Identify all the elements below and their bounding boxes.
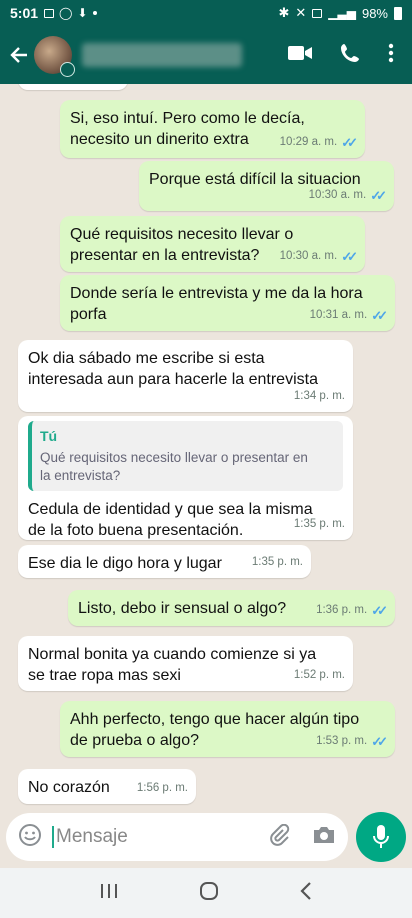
whatsapp-notification-icon: ◯ (59, 6, 73, 20)
read-ticks-icon: ✓✓ (370, 188, 387, 203)
message-list[interactable]: Si, eso intuí. Pero como le decía, neces… (0, 84, 412, 806)
message-bubble-outgoing[interactable]: Si, eso intuí. Pero como le decía, neces… (60, 100, 365, 158)
message-input[interactable]: Mensaje (56, 826, 268, 848)
message-time: 1:52 p. m. (293, 669, 345, 681)
chat-header (0, 26, 412, 84)
message-bubble-incoming-reply[interactable]: Tú Qué requisitos necesito llevar o pres… (18, 416, 353, 540)
message-field[interactable]: Mensaje (6, 813, 349, 861)
message-bubble-incoming[interactable]: Ok dia sábado me escribe si esta interes… (18, 340, 353, 412)
status-bar: 5:01 ◯ ⬇ ✱ ✕ ▁▃▅ 98% (0, 0, 412, 26)
read-ticks-icon: ✓✓ (371, 734, 388, 749)
nfc-icon (312, 8, 323, 18)
read-ticks-icon: ✓✓ (371, 308, 388, 323)
message-time: 10:30 a. m. (308, 189, 367, 201)
read-ticks-icon: ✓✓ (371, 603, 388, 618)
message-bubble-outgoing[interactable]: Listo, debo ir sensual o algo? 1:36 p. m… (68, 590, 395, 626)
message-time: 1:53 p. m. (316, 735, 368, 747)
message-time: 1:35 p. m. (293, 518, 345, 530)
quote-author: Tú (40, 428, 58, 444)
quoted-message[interactable]: Tú Qué requisitos necesito llevar o pres… (28, 421, 343, 491)
back-arrow-icon[interactable] (8, 44, 30, 66)
emoji-icon[interactable] (18, 823, 42, 852)
message-bubble-incoming[interactable]: No corazón 1:56 p. m. (18, 769, 196, 804)
mic-notification-icon: ⬇ (77, 6, 88, 20)
more-notifications-icon (92, 11, 97, 15)
status-time: 5:01 (10, 5, 39, 21)
text-caret (52, 826, 54, 848)
message-time: 1:36 p. m. (316, 604, 368, 616)
message-time: 1:34 p. m. (293, 390, 345, 402)
message-bubble-outgoing[interactable]: Ahh perfecto, tengo que hacer algún tipo… (60, 701, 395, 757)
video-call-icon[interactable] (288, 45, 312, 66)
message-time: 1:35 p. m. (251, 556, 303, 568)
home-icon[interactable] (198, 880, 220, 907)
avatar[interactable] (34, 36, 75, 77)
message-bubble-partial (18, 84, 128, 90)
read-ticks-icon: ✓✓ (341, 249, 358, 264)
message-time: 10:29 a. m. (279, 136, 338, 148)
message-bubble-outgoing[interactable]: Porque está difícil la situacion 10:30 a… (139, 161, 394, 211)
message-time: 10:30 a. m. (279, 250, 338, 262)
phone-icon[interactable] (340, 43, 360, 68)
bluetooth-icon: ✱ (278, 5, 290, 20)
system-nav-bar (0, 868, 412, 918)
gallery-notification-icon (44, 8, 55, 18)
mute-icon: ✕ (295, 5, 307, 20)
message-bubble-incoming[interactable]: Ese dia le digo hora y lugar 1:35 p. m. (18, 545, 311, 578)
quote-text: Qué requisitos necesito llevar o present… (40, 450, 308, 483)
signal-icon: ▁▃▅ (328, 6, 356, 20)
attach-icon[interactable] (268, 823, 290, 851)
back-nav-icon[interactable] (299, 881, 313, 906)
battery-level: 98% (361, 5, 388, 21)
recents-icon[interactable] (99, 882, 119, 905)
status-badge (60, 62, 75, 77)
message-bubble-outgoing[interactable]: Qué requisitos necesito llevar o present… (60, 216, 365, 272)
message-time: 1:56 p. m. (136, 782, 188, 794)
mic-icon[interactable] (356, 812, 406, 862)
message-bubble-outgoing[interactable]: Donde sería le entrevista y me da la hor… (60, 275, 395, 331)
camera-icon[interactable] (312, 825, 336, 850)
read-ticks-icon: ✓✓ (341, 135, 358, 150)
composer: Mensaje (0, 806, 412, 868)
message-time: 10:31 a. m. (309, 309, 368, 321)
battery-icon (394, 6, 402, 20)
contact-name[interactable] (82, 43, 242, 67)
message-bubble-incoming[interactable]: Normal bonita ya cuando comienze si ya s… (18, 636, 353, 691)
more-options-icon[interactable] (388, 43, 394, 68)
